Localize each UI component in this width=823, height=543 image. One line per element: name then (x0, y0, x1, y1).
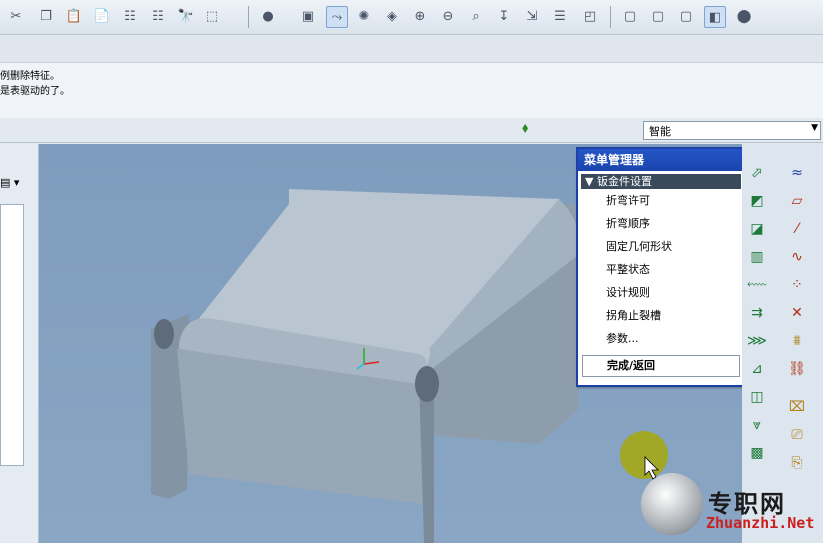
separator (248, 6, 249, 28)
menu-item-parameters[interactable]: 参数... (578, 327, 744, 350)
datum-display-icon[interactable]: ⤳ (326, 6, 348, 28)
menu-section-header[interactable]: ▼ 钣金件设置 (581, 174, 741, 189)
menu-item-flat-state[interactable]: 平整状态 (578, 258, 744, 281)
regenerate-manager-icon[interactable]: ☷ (148, 6, 168, 26)
watermark-logo (641, 473, 703, 535)
zoom-out-icon[interactable]: ⊖ (438, 6, 458, 26)
rip-icon[interactable]: ◫ (746, 386, 768, 408)
annotation-icon[interactable]: ⌧ (786, 396, 808, 418)
merge-icon[interactable]: ▥ (746, 246, 768, 268)
done-return-button[interactable]: 完成/返回 (582, 355, 740, 377)
message-area: 例删除特征。 是表驱动的了。 (0, 62, 823, 119)
appearance-icon[interactable]: ◰ (580, 6, 600, 26)
spin-center-icon[interactable]: ✺ (354, 6, 374, 26)
wireframe-icon[interactable]: ▢ (620, 6, 640, 26)
unbend-icon[interactable]: ⇉ (746, 302, 768, 324)
menu-item-fixed-geometry[interactable]: 固定几何形状 (578, 235, 744, 258)
layers-icon[interactable]: ☰ (550, 6, 570, 26)
view-manager-icon[interactable]: ▣ (298, 6, 318, 26)
saved-views-icon[interactable]: ⇲ (522, 6, 542, 26)
axis-icon[interactable]: ⁄ (786, 218, 808, 240)
message-line: 是表驱动的了。 (0, 86, 70, 97)
shaded-icon[interactable]: ◧ (704, 6, 726, 28)
csys-icon[interactable]: ✕ (786, 302, 808, 324)
flat-pattern-icon[interactable]: ▩ (746, 442, 768, 464)
flange-icon[interactable]: ◩ (746, 190, 768, 212)
cut-icon[interactable]: ✂ (6, 6, 26, 26)
table-icon[interactable]: ⎘ (786, 452, 808, 474)
refit-icon[interactable]: ⌕ (466, 6, 486, 26)
main-toolbar: ✂ ❐ 📋 📄 ☷ ☷ 🔭 ⬚ ● ▣ ⤳ ✺ ◈ ⊕ ⊖ ⌕ ↧ ⇲ ☰ ◰ … (0, 0, 823, 35)
separator (610, 6, 611, 28)
chain-icon[interactable]: ⛓ (786, 358, 808, 380)
reorient-icon[interactable]: ↧ (494, 6, 514, 26)
curve-icon[interactable]: ∿ (786, 246, 808, 268)
model-bend-end (154, 319, 174, 349)
bend-back-icon[interactable]: ⋙ (746, 330, 768, 352)
plane-icon[interactable]: ▱ (786, 190, 808, 212)
bend-icon[interactable]: ⬳ (746, 274, 768, 296)
traffic-light-icon[interactable]: ⬧ (522, 120, 528, 136)
copy-icon[interactable]: ❐ (36, 6, 56, 26)
model-bend-end (415, 366, 439, 402)
triangle-down-icon: ▼ (585, 175, 597, 188)
corner-relief-icon[interactable]: ⩔ (746, 414, 768, 436)
menu-item-corner-relief[interactable]: 拐角止裂槽 (578, 304, 744, 327)
sketch-icon[interactable]: ≈ (786, 162, 808, 184)
panel-dropdown[interactable]: ▤ ▾ (0, 176, 19, 189)
analysis-icon[interactable]: ⩩ (786, 330, 808, 352)
extend-icon[interactable]: ◪ (746, 218, 768, 240)
select-box-icon[interactable]: ⬚ (202, 6, 222, 26)
navigator-panel: ▤ ▾ (0, 144, 39, 543)
model-tree-area[interactable] (0, 204, 24, 466)
paste-special-icon[interactable]: 📄 (92, 6, 112, 26)
shading-icon[interactable]: ● (258, 6, 278, 26)
watermark-url: Zhuanzhi.Net (706, 514, 815, 532)
menu-item-design-rules[interactable]: 设计规则 (578, 281, 744, 304)
hidden-line-icon[interactable]: ▢ (648, 6, 668, 26)
chevron-down-icon: ▼ (811, 123, 818, 133)
note-icon[interactable]: ⎚ (786, 424, 808, 446)
zoom-in-icon[interactable]: ⊕ (410, 6, 430, 26)
find-icon[interactable]: 🔭 (176, 6, 196, 26)
selection-filter-value: 智能 (649, 125, 671, 138)
orient-icon[interactable]: ◈ (382, 6, 402, 26)
no-hidden-icon[interactable]: ▢ (676, 6, 696, 26)
menu-item-bend-allowance[interactable]: 折弯许可 (578, 189, 744, 212)
menu-item-bend-order[interactable]: 折弯顺序 (578, 212, 744, 235)
paste-icon[interactable]: 📋 (64, 6, 84, 26)
regenerate-icon[interactable]: ☷ (120, 6, 140, 26)
edge-bend-icon[interactable]: ⊿ (746, 358, 768, 380)
wall-icon[interactable]: ⬀ (746, 162, 768, 184)
selection-filter-select[interactable]: 智能 ▼ (643, 121, 821, 140)
cursor-highlight (620, 431, 668, 479)
model-tree-icon[interactable]: ⬤ (734, 6, 754, 26)
message-line: 例删除特征。 (0, 71, 60, 82)
menu-manager-title[interactable]: 菜单管理器 (578, 149, 744, 171)
point-icon[interactable]: ⁘ (786, 274, 808, 296)
menu-manager: 菜单管理器 ▼ 钣金件设置 折弯许可 折弯顺序 固定几何形状 平整状态 设计规则… (576, 147, 746, 387)
